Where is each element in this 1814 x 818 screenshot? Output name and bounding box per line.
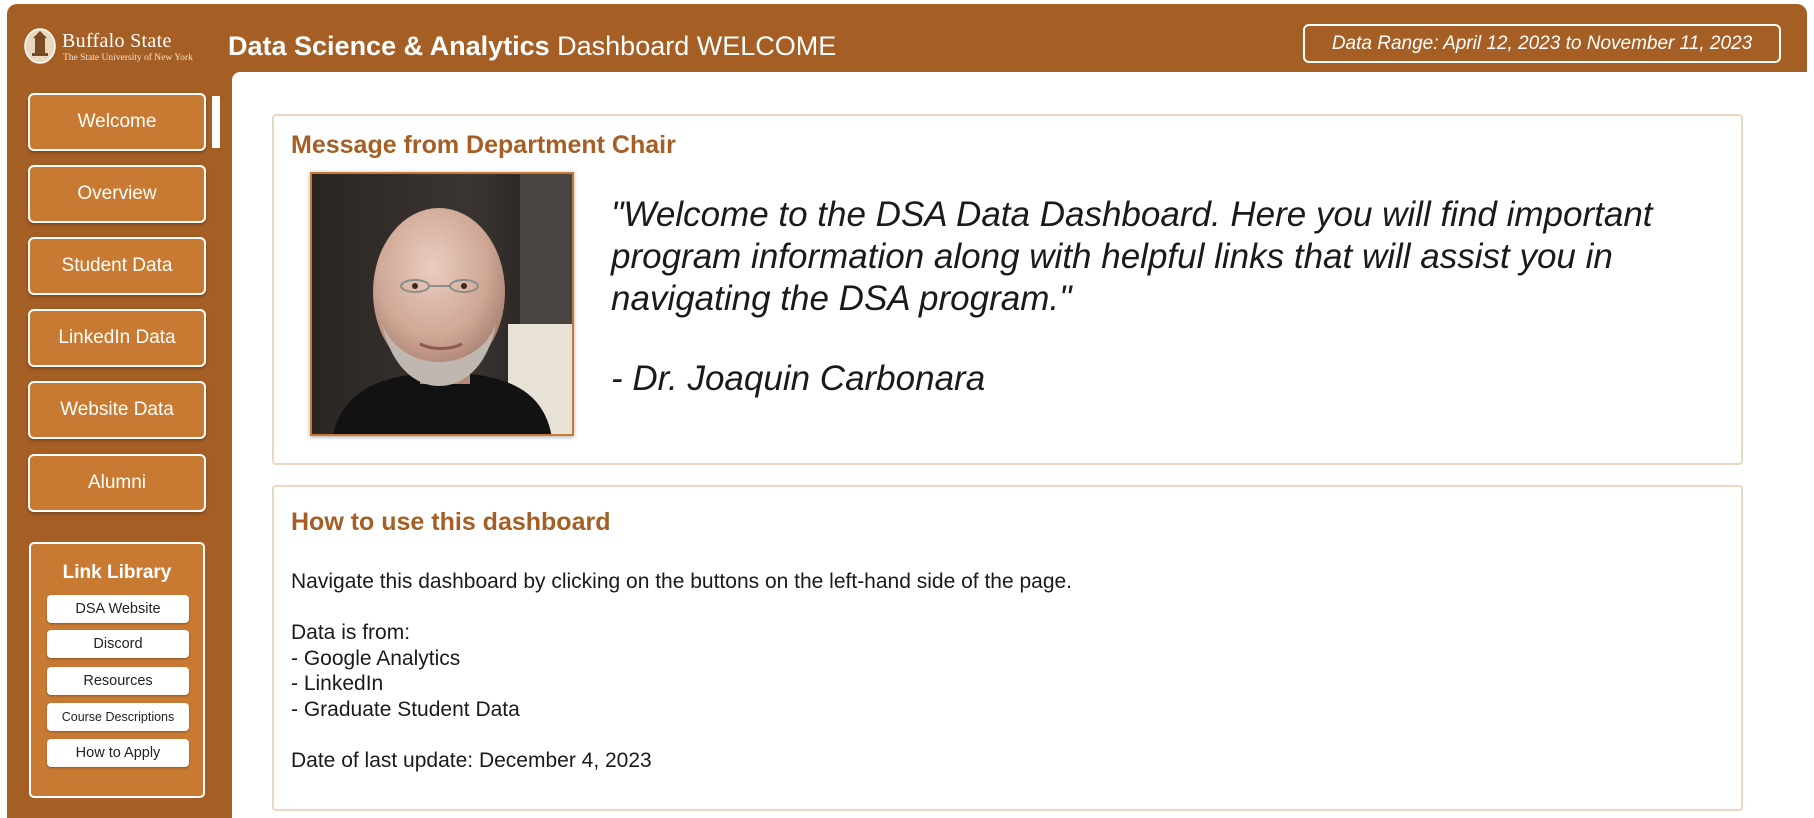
nav-linkedin-data-button[interactable]: LinkedIn Data — [28, 309, 206, 367]
chair-photo — [310, 172, 574, 436]
link-dsa-website[interactable]: DSA Website — [47, 595, 189, 623]
logo-name: Buffalo State — [62, 30, 172, 52]
chair-message-title: Message from Department Chair — [291, 131, 676, 159]
nav-student-data-button[interactable]: Student Data — [28, 237, 206, 295]
howto-card: How to use this dashboard Navigate this … — [272, 485, 1743, 811]
buffalo-state-logo: Buffalo State The State University of Ne… — [24, 26, 210, 68]
link-course-descriptions[interactable]: Course Descriptions — [47, 703, 189, 731]
howto-source-item: - Graduate Student Data — [291, 698, 520, 721]
nav-alumni-button[interactable]: Alumni — [28, 454, 206, 512]
nav-active-indicator — [212, 96, 220, 148]
nav-website-data-button[interactable]: Website Data — [28, 381, 206, 439]
university-seal-icon — [24, 28, 56, 64]
nav-overview-button[interactable]: Overview — [28, 165, 206, 223]
link-library: Link Library DSA Website Discord Resourc… — [29, 542, 205, 798]
link-library-title: Link Library — [62, 562, 172, 583]
howto-last-update: Date of last update: December 4, 2023 — [291, 749, 652, 772]
chair-quote: "Welcome to the DSA Data Dashboard. Here… — [611, 195, 1653, 318]
howto-title: How to use this dashboard — [291, 508, 611, 536]
page-title-rest: Dashboard WELCOME — [549, 31, 837, 61]
chair-quote-author: - Dr. Joaquin Carbonara — [611, 359, 986, 398]
logo-subtitle: The State University of New York — [63, 53, 193, 63]
howto-sources-heading: Data is from: — [291, 621, 411, 644]
date-range-badge: Data Range: April 12, 2023 to November 1… — [1303, 24, 1781, 63]
chair-portrait-image — [312, 174, 572, 434]
howto-source-item: - LinkedIn — [291, 672, 384, 695]
howto-source-item: - Google Analytics — [291, 647, 461, 670]
link-discord[interactable]: Discord — [47, 630, 189, 658]
link-resources[interactable]: Resources — [47, 667, 189, 695]
link-how-to-apply[interactable]: How to Apply — [47, 739, 189, 767]
page-title: Data Science & Analytics Dashboard WELCO… — [228, 31, 836, 62]
nav-welcome-button[interactable]: Welcome — [28, 93, 206, 151]
page-title-bold: Data Science & Analytics — [228, 31, 550, 61]
howto-instructions: Navigate this dashboard by clicking on t… — [291, 570, 1073, 593]
chair-message-card: Message from Department Chair "Welcome t… — [272, 114, 1743, 465]
